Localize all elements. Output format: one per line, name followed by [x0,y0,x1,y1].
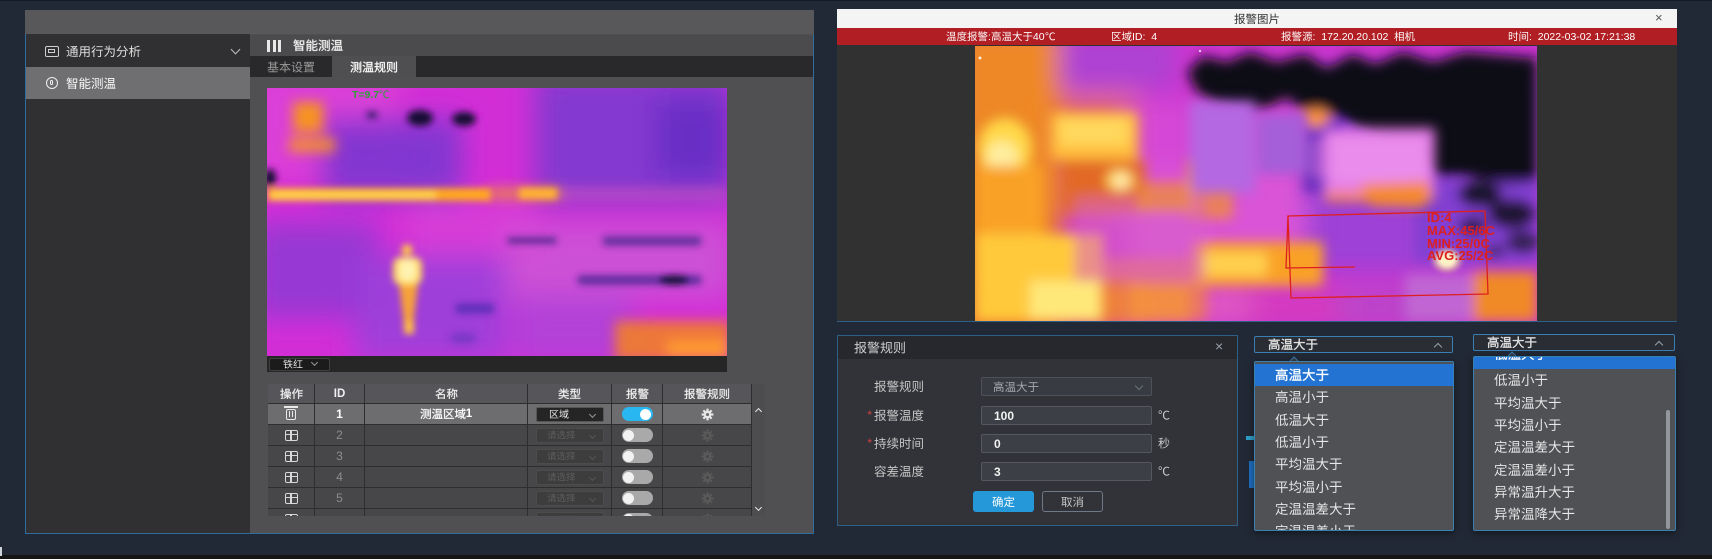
svg-text:AVG:25/2C: AVG:25/2C [1427,248,1494,263]
